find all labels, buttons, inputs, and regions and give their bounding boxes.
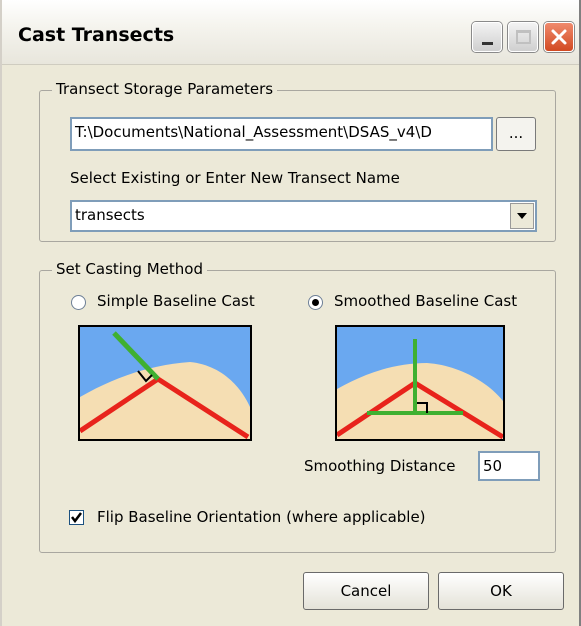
title-bar[interactable]: Cast Transects <box>2 0 579 65</box>
minimize-icon <box>482 42 493 45</box>
flip-baseline-label[interactable]: Flip Baseline Orientation (where applica… <box>97 508 426 526</box>
maximize-button <box>508 22 538 52</box>
close-icon <box>551 29 567 45</box>
simple-cast-label[interactable]: Simple Baseline Cast <box>97 292 255 310</box>
transect-name-label: Select Existing or Enter New Transect Na… <box>70 169 400 187</box>
close-button[interactable] <box>544 22 574 52</box>
casting-method-label: Set Casting Method <box>52 260 207 278</box>
smoothing-distance-field[interactable]: 50 <box>478 451 540 481</box>
checkmark-icon <box>71 512 82 524</box>
transect-name-value: transects <box>75 206 145 224</box>
smoothing-distance-label: Smoothing Distance <box>304 457 456 475</box>
window-title: Cast Transects <box>18 24 175 46</box>
radio-selected-dot <box>312 299 319 306</box>
simple-cast-diagram <box>78 325 252 441</box>
combobox-dropdown-button[interactable] <box>510 203 534 229</box>
cast-transects-dialog: Cast Transects Transect Storage Paramete… <box>0 0 581 626</box>
smoothed-cast-label[interactable]: Smoothed Baseline Cast <box>334 292 517 310</box>
flip-baseline-checkbox[interactable] <box>69 510 84 525</box>
storage-path-field[interactable]: T:\Documents\National_Assessment\DSAS_v4… <box>70 117 493 151</box>
smoothed-cast-diagram <box>335 325 505 441</box>
ok-button[interactable]: OK <box>438 572 564 610</box>
simple-cast-radio[interactable] <box>71 295 86 310</box>
minimize-button[interactable] <box>472 22 502 52</box>
chevron-down-icon <box>517 213 527 219</box>
browse-button[interactable]: ... <box>496 117 536 151</box>
maximize-icon <box>516 30 531 44</box>
transect-name-combobox[interactable]: transects <box>70 200 537 232</box>
cancel-button[interactable]: Cancel <box>303 572 429 610</box>
transect-storage-label: Transect Storage Parameters <box>52 80 278 98</box>
smoothed-cast-radio[interactable] <box>308 295 323 310</box>
